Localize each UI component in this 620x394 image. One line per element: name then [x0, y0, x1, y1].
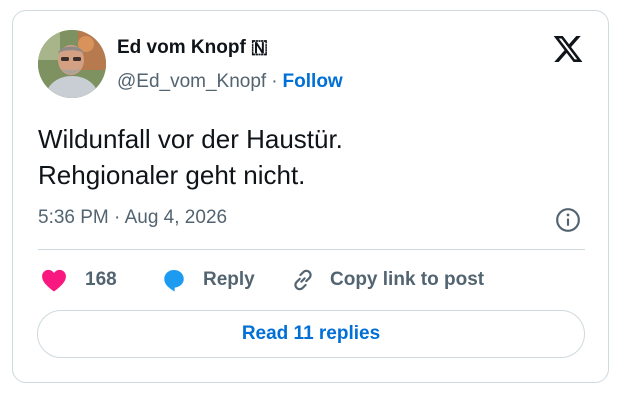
- tweet-card: Ed vom Knopf 🇳 @Ed_vom_Knopf · Follow Wild…: [12, 10, 609, 383]
- copy-link-button[interactable]: Copy link to post: [290, 265, 484, 295]
- x-logo-icon[interactable]: [551, 33, 585, 65]
- avatar-image: [38, 30, 106, 98]
- reply-button[interactable]: Reply: [161, 265, 255, 295]
- tweet-line: Wildunfall vor der Haustür.: [38, 124, 343, 154]
- author-name[interactable]: Ed vom Knopf 🇳: [117, 37, 268, 59]
- tweet-line: Rehgionaler geht nicht.: [38, 160, 306, 190]
- info-icon[interactable]: [555, 207, 581, 233]
- follow-link[interactable]: Follow: [283, 71, 343, 92]
- avatar[interactable]: [38, 30, 106, 98]
- tweet-text: Wildunfall vor der Haustür. Rehgionaler …: [38, 121, 343, 193]
- like-button[interactable]: 168: [41, 265, 117, 295]
- like-count: 168: [85, 269, 117, 290]
- reply-bubble-icon: [164, 270, 184, 292]
- read-replies-button[interactable]: Read 11 replies: [37, 310, 585, 358]
- author-handle[interactable]: @Ed_vom_Knopf: [117, 71, 266, 92]
- handle-separator: ·: [271, 71, 278, 92]
- divider: [38, 249, 585, 250]
- heart-icon: [42, 269, 66, 292]
- reply-label: Reply: [203, 269, 255, 290]
- copy-link-label: Copy link to post: [330, 269, 485, 290]
- author-handle-row: @Ed_vom_Knopf · Follow: [117, 71, 343, 93]
- link-icon: [294, 269, 312, 291]
- tweet-timestamp[interactable]: 5:36 PM · Aug 4, 2026: [38, 207, 227, 229]
